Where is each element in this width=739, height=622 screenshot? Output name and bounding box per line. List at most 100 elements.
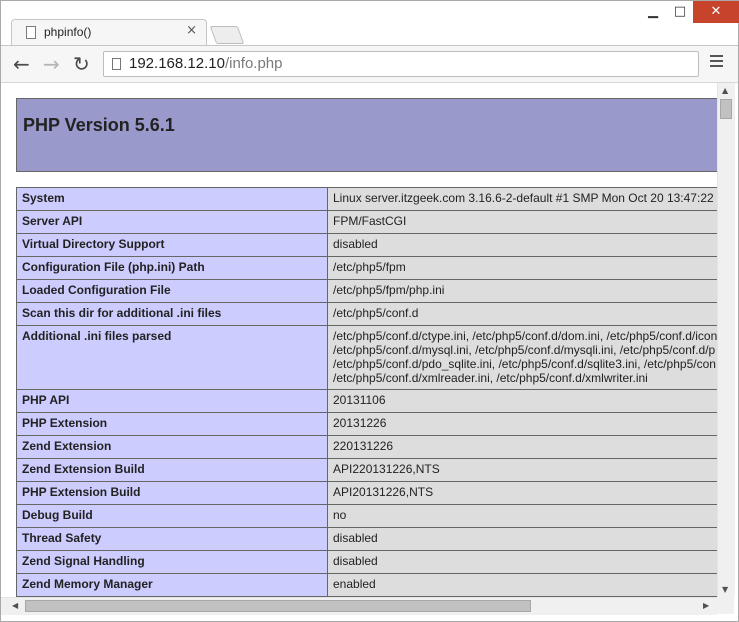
row-value-line: /etc/php5/conf.d/ctype.ini, /etc/php5/co… bbox=[333, 329, 717, 343]
tab-close-icon[interactable]: × bbox=[186, 23, 197, 38]
table-row: PHP API 20131106 bbox=[16, 389, 717, 413]
table-row: Configuration File (php.ini) Path/etc/ph… bbox=[16, 256, 717, 280]
row-value-line: /etc/php5/fpm bbox=[333, 260, 406, 274]
row-label: PHP Extension Build bbox=[16, 481, 328, 505]
table-row: PHP Extension Build API20131226,NTS bbox=[16, 481, 717, 505]
row-value: /etc/php5/fpm/php.ini bbox=[327, 279, 717, 303]
row-label: Virtual Directory Support bbox=[16, 233, 328, 257]
url-host: 192.168.12.10 bbox=[129, 55, 225, 72]
table-row: Virtual Directory Support disabled bbox=[16, 233, 717, 257]
browser-window: phpinfo() × ▁ □ ✕ ← → ↻ 192.168.12.10/in… bbox=[0, 0, 739, 622]
table-row: Zend Extension Build API220131226,NTS bbox=[16, 458, 717, 482]
scroll-left-arrow-icon[interactable]: ◀ bbox=[12, 601, 18, 610]
row-value: API20131226,NTS bbox=[327, 481, 717, 505]
address-bar[interactable]: 192.168.12.10/info.php bbox=[103, 51, 699, 77]
row-value-line: disabled bbox=[333, 237, 378, 251]
php-version-header: PHP Version 5.6.1 bbox=[16, 98, 717, 172]
horizontal-scroll-thumb[interactable] bbox=[25, 600, 531, 612]
row-value: /etc/php5/conf.d/ctype.ini, /etc/php5/co… bbox=[327, 325, 717, 390]
row-value-line: 20131106 bbox=[333, 393, 386, 407]
row-value-line: /etc/php5/conf.d/mysql.ini, /etc/php5/co… bbox=[333, 343, 716, 357]
row-value-line: disabled bbox=[333, 531, 378, 545]
row-label: Zend Extension bbox=[16, 435, 328, 459]
tab-title: phpinfo() bbox=[44, 25, 92, 39]
row-value: 220131226 bbox=[327, 435, 717, 459]
row-value-line: /etc/php5/conf.d/pdo_sqlite.ini, /etc/ph… bbox=[333, 357, 716, 371]
maximize-button[interactable]: □ bbox=[667, 1, 693, 23]
row-label: Zend Signal Handling bbox=[16, 550, 328, 574]
title-bar: phpinfo() × ▁ □ ✕ bbox=[1, 1, 739, 45]
row-label: Zend Extension Build bbox=[16, 458, 328, 482]
row-value: /etc/php5/conf.d bbox=[327, 302, 717, 326]
row-label: Configuration File (php.ini) Path bbox=[16, 256, 328, 280]
back-button[interactable]: ← bbox=[13, 53, 30, 75]
row-value-line: 20131226 bbox=[333, 416, 387, 430]
page-viewport: PHP Version 5.6.1 System Linux server.itz… bbox=[1, 83, 717, 597]
close-window-button[interactable]: ✕ bbox=[693, 1, 739, 23]
row-value-line: API220131226,NTS bbox=[333, 462, 440, 476]
row-label: Server API bbox=[16, 210, 328, 234]
row-value-line: /etc/php5/fpm/php.ini bbox=[333, 283, 445, 297]
row-value: disabled bbox=[327, 527, 717, 551]
row-value: no bbox=[327, 504, 717, 528]
row-label: Scan this dir for additional .ini files bbox=[16, 302, 328, 326]
page-favicon-icon bbox=[26, 26, 36, 39]
new-tab-button[interactable] bbox=[209, 26, 245, 44]
tab-phpinfo[interactable]: phpinfo() × bbox=[11, 19, 207, 45]
vertical-scrollbar[interactable]: ▲ ▼ bbox=[717, 83, 735, 597]
table-row: Server API FPM/FastCGI bbox=[16, 210, 717, 234]
table-row: Scan this dir for additional .ini files /… bbox=[16, 302, 717, 326]
table-row: Zend Memory Manager enabled bbox=[16, 573, 717, 597]
horizontal-scrollbar[interactable]: ◀ ▶ bbox=[1, 597, 717, 615]
table-row: Loaded Configuration File/etc/php5/fpm/p… bbox=[16, 279, 717, 303]
table-row: Zend Signal Handling disabled bbox=[16, 550, 717, 574]
row-value: 20131106 bbox=[327, 389, 717, 413]
row-value: enabled bbox=[327, 573, 717, 597]
row-value-line: /etc/php5/conf.d/xmlreader.ini, /etc/php… bbox=[333, 371, 648, 385]
row-label: PHP API bbox=[16, 389, 328, 413]
scroll-up-arrow-icon[interactable]: ▲ bbox=[722, 86, 728, 95]
reload-button[interactable]: ↻ bbox=[73, 53, 90, 75]
row-value-line: Linux server.itzgeek.com 3.16.6-2-defaul… bbox=[333, 191, 714, 205]
row-value: disabled bbox=[327, 550, 717, 574]
php-info-table: System Linux server.itzgeek.com 3.16.6-2-… bbox=[16, 187, 717, 597]
forward-button[interactable]: → bbox=[43, 53, 60, 75]
row-value-line: API20131226,NTS bbox=[333, 485, 434, 499]
row-value: /etc/php5/fpm bbox=[327, 256, 717, 280]
row-value-line: no bbox=[333, 508, 347, 522]
vertical-scroll-thumb[interactable] bbox=[720, 99, 732, 119]
url-path: /info.php bbox=[224, 55, 283, 72]
row-label: Thread Safety bbox=[16, 527, 328, 551]
table-row: Zend Extension 220131226 bbox=[16, 435, 717, 459]
row-label: Zend Memory Manager bbox=[16, 573, 328, 597]
table-row: System Linux server.itzgeek.com 3.16.6-2-… bbox=[16, 187, 717, 211]
row-value: 20131226 bbox=[327, 412, 717, 436]
row-label: Loaded Configuration File bbox=[16, 279, 328, 303]
row-label: Debug Build bbox=[16, 504, 328, 528]
row-value-line: FPM/FastCGI bbox=[333, 214, 407, 228]
row-value-line: enabled bbox=[333, 577, 376, 591]
scroll-right-arrow-icon[interactable]: ▶ bbox=[703, 601, 709, 610]
table-row: PHP Extension 20131226 bbox=[16, 412, 717, 436]
row-label: PHP Extension bbox=[16, 412, 328, 436]
row-label: System bbox=[16, 187, 328, 211]
url-text[interactable]: 192.168.12.10/info.php bbox=[129, 55, 282, 72]
page-title: PHP Version 5.6.1 bbox=[23, 115, 175, 135]
table-row: Thread Safety disabled bbox=[16, 527, 717, 551]
table-row: Debug Build no bbox=[16, 504, 717, 528]
row-value-line: 220131226 bbox=[333, 439, 394, 453]
row-value-line: disabled bbox=[333, 554, 378, 568]
row-label: Additional .ini files parsed bbox=[16, 325, 328, 390]
table-row: Additional .ini files parsed/etc/php5/co… bbox=[16, 325, 717, 390]
scrollbar-corner bbox=[717, 597, 734, 614]
scroll-down-arrow-icon[interactable]: ▼ bbox=[722, 585, 728, 594]
browser-toolbar: ← → ↻ 192.168.12.10/info.php bbox=[1, 45, 738, 83]
row-value: disabled bbox=[327, 233, 717, 257]
page-icon bbox=[112, 58, 121, 70]
minimize-button[interactable]: ▁ bbox=[639, 1, 667, 23]
row-value: Linux server.itzgeek.com 3.16.6-2-defaul… bbox=[327, 187, 717, 211]
row-value-line: /etc/php5/conf.d bbox=[333, 306, 419, 320]
row-value: API220131226,NTS bbox=[327, 458, 717, 482]
row-value: FPM/FastCGI bbox=[327, 210, 717, 234]
hamburger-menu-icon[interactable] bbox=[710, 55, 723, 70]
